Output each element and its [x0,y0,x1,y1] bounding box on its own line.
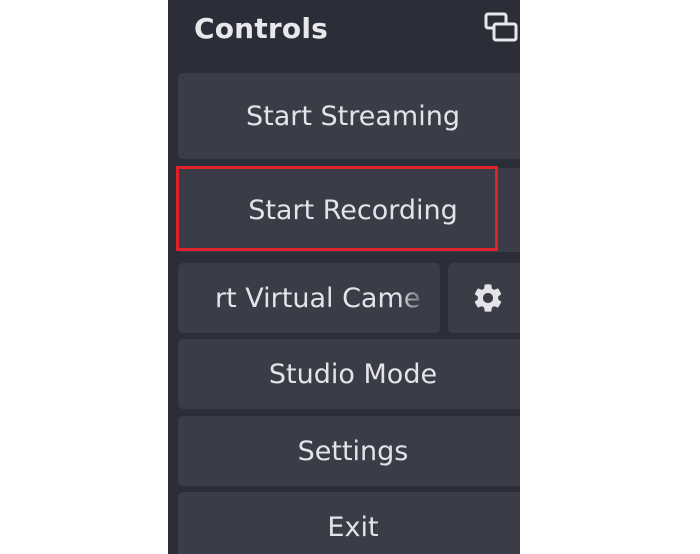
settings-button[interactable]: Settings [178,416,520,486]
studio-mode-label: Studio Mode [268,358,438,390]
start-recording-button[interactable]: Start Recording [178,168,520,252]
start-recording-label: Start Recording [248,194,458,226]
start-virtual-camera-button[interactable]: rt Virtual Camе [178,263,440,333]
exit-label: Exit [327,511,379,543]
start-virtual-camera-label: rt Virtual Camе [215,282,421,314]
virtual-camera-settings-button[interactable] [448,263,520,333]
start-streaming-button[interactable]: Start Streaming [178,73,520,159]
undock-icon[interactable] [484,12,520,48]
studio-mode-button[interactable]: Studio Mode [178,339,520,409]
panel-title: Controls [194,12,329,45]
start-streaming-label: Start Streaming [246,100,460,132]
controls-header: Controls [168,0,520,58]
settings-label: Settings [297,435,409,467]
exit-button[interactable]: Exit [178,492,520,554]
gear-icon [474,284,502,312]
label-fade [398,263,440,333]
controls-panel: Controls Start Streaming Start Recording… [168,0,520,554]
